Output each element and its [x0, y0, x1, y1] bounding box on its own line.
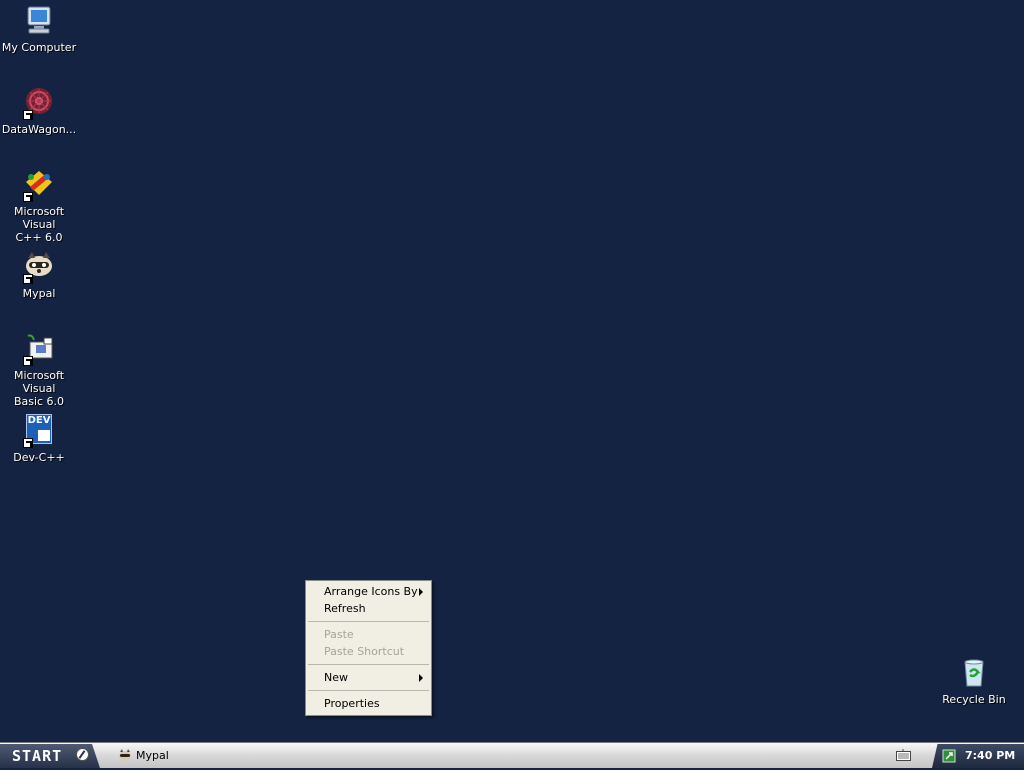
- menu-item-label: Paste: [324, 628, 354, 641]
- menu-item-label: Properties: [324, 697, 380, 710]
- menu-item-properties[interactable]: Properties: [306, 695, 431, 712]
- visual-cpp-icon: [22, 168, 56, 202]
- shortcut-arrow-icon: [23, 438, 33, 448]
- menu-item-label: New: [324, 671, 348, 684]
- menu-item-label: Paste Shortcut: [324, 645, 405, 658]
- menu-separator: [308, 664, 429, 665]
- desktop-icon-label: Recycle Bin: [942, 693, 1006, 706]
- network-icon[interactable]: [942, 749, 956, 763]
- shortcut-arrow-icon: [23, 110, 33, 120]
- taskbar: START Mypal 7:40 PM: [0, 742, 1024, 768]
- raccoon-icon: [22, 250, 56, 284]
- desktop-icon-my-computer[interactable]: My Computer: [0, 4, 78, 54]
- clock[interactable]: 7:40 PM: [965, 744, 1015, 768]
- menu-separator: [308, 621, 429, 622]
- keyboard-icon[interactable]: [896, 749, 911, 761]
- menu-item-paste-shortcut: Paste Shortcut: [306, 643, 431, 660]
- dev-cpp-icon: DEV: [22, 414, 56, 448]
- menu-item-refresh[interactable]: Refresh: [306, 600, 431, 617]
- desktop-icon-label: Dev-C++: [13, 451, 65, 464]
- desktop-icon-mypal[interactable]: Mypal: [0, 250, 78, 300]
- start-label: START: [12, 747, 63, 765]
- desktop-icon-recycle-bin[interactable]: Recycle Bin: [935, 656, 1013, 706]
- recycle-bin-icon: [957, 656, 991, 690]
- desktop-icon-visual-cpp[interactable]: Microsoft Visual C++ 6.0: [0, 168, 78, 244]
- desktop-icon-datawagon[interactable]: DataWagon...: [0, 86, 78, 136]
- taskbar-button-label: Mypal: [136, 749, 169, 762]
- menu-item-arrange-icons-by[interactable]: Arrange Icons By: [306, 583, 431, 600]
- datawagon-icon: [22, 86, 56, 120]
- menu-item-new[interactable]: New: [306, 669, 431, 686]
- desktop-icon-visual-basic[interactable]: Microsoft Visual Basic 6.0: [0, 332, 78, 408]
- start-orb-icon: [76, 748, 89, 761]
- visual-basic-icon: [22, 332, 56, 366]
- desktop-icon-label-line1: Microsoft Visual: [13, 369, 65, 395]
- menu-item-paste: Paste: [306, 626, 431, 643]
- desktop-icon-label-line1: Microsoft Visual: [13, 205, 65, 231]
- desktop-icon-label: Mypal: [22, 287, 56, 300]
- menu-item-label: Arrange Icons By: [324, 585, 418, 598]
- system-tray: 7:40 PM: [932, 744, 1024, 768]
- desktop-icon-label-line2: C++ 6.0: [15, 231, 63, 244]
- desktop-icon-label-line2: Basic 6.0: [13, 395, 65, 408]
- shortcut-arrow-icon: [23, 356, 33, 366]
- menu-separator: [308, 690, 429, 691]
- submenu-arrow-icon: [419, 588, 423, 596]
- menu-item-label: Refresh: [324, 602, 366, 615]
- shortcut-arrow-icon: [23, 274, 33, 284]
- desktop-icon-dev-cpp[interactable]: DEV Dev-C++: [0, 414, 78, 464]
- desktop-icon-label: DataWagon...: [1, 123, 77, 136]
- shortcut-arrow-icon: [23, 192, 33, 202]
- desktop-icon-label: My Computer: [1, 41, 77, 54]
- desktop-context-menu: Arrange Icons By Refresh Paste Paste Sho…: [305, 580, 432, 716]
- submenu-arrow-icon: [419, 674, 423, 682]
- dev-badge: DEV: [27, 415, 51, 426]
- taskbar-button-mypal[interactable]: Mypal: [113, 746, 263, 766]
- raccoon-icon: [118, 749, 132, 763]
- my-computer-icon: [22, 4, 56, 38]
